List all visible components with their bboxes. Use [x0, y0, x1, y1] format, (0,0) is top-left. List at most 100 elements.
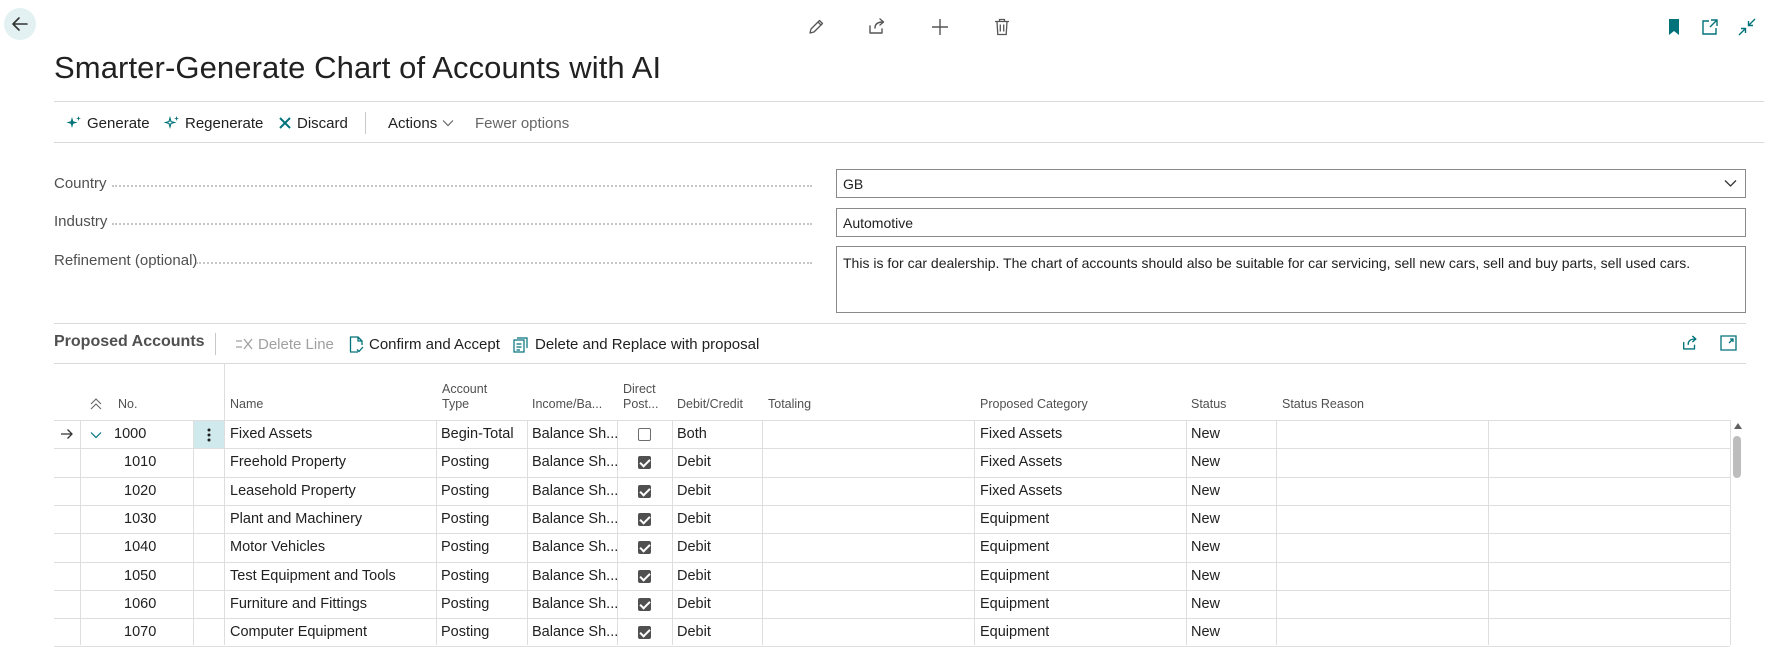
cell-account-type[interactable]: Posting: [441, 618, 489, 646]
open-new-window-button[interactable]: [1700, 17, 1720, 37]
share-list-button[interactable]: [1680, 333, 1700, 353]
column-header-debit-credit[interactable]: Debit/Credit: [677, 397, 743, 412]
cell-no[interactable]: 1010: [124, 448, 156, 476]
cell-account-type[interactable]: Posting: [441, 562, 489, 590]
back-button[interactable]: [4, 8, 36, 40]
refinement-textarea[interactable]: This is for car dealership. The chart of…: [836, 246, 1746, 313]
cell-income-balance[interactable]: Balance Sh...: [532, 420, 618, 448]
cell-debit-credit[interactable]: Debit: [677, 477, 711, 505]
confirm-accept-button[interactable]: Confirm and Accept: [349, 333, 500, 355]
direct-posting-checkbox[interactable]: [638, 541, 651, 555]
discard-button[interactable]: Discard: [278, 102, 348, 144]
direct-posting-checkbox[interactable]: [638, 626, 651, 640]
cell-proposed-category[interactable]: Equipment: [980, 590, 1049, 618]
cell-account-type[interactable]: Posting: [441, 505, 489, 533]
cell-income-balance[interactable]: Balance Sh...: [532, 618, 618, 646]
actions-menu-button[interactable]: Actions: [388, 102, 454, 144]
collapse-all-icon[interactable]: [90, 398, 102, 410]
column-header-status-reason[interactable]: Status Reason: [1282, 397, 1364, 412]
cell-income-balance[interactable]: Balance Sh...: [532, 477, 618, 505]
column-header-proposed-category[interactable]: Proposed Category: [980, 397, 1088, 412]
cell-no[interactable]: 1030: [124, 505, 156, 533]
country-select[interactable]: GB: [836, 169, 1746, 198]
cell-name[interactable]: Plant and Machinery: [230, 505, 362, 533]
delete-button[interactable]: [992, 17, 1012, 37]
direct-posting-checkbox[interactable]: [638, 597, 651, 611]
scroll-up-arrow[interactable]: [1733, 422, 1743, 430]
cell-name[interactable]: Fixed Assets: [230, 420, 312, 448]
direct-posting-checkbox[interactable]: [638, 428, 651, 441]
cell-debit-credit[interactable]: Debit: [677, 562, 711, 590]
cell-no[interactable]: 1060: [124, 590, 156, 618]
edit-button[interactable]: [806, 17, 826, 37]
cell-debit-credit[interactable]: Both: [677, 420, 707, 448]
cell-debit-credit[interactable]: Debit: [677, 533, 711, 561]
cell-income-balance[interactable]: Balance Sh...: [532, 448, 618, 476]
cell-name[interactable]: Computer Equipment: [230, 618, 367, 646]
cell-status[interactable]: New: [1191, 505, 1220, 533]
cell-name[interactable]: Freehold Property: [230, 448, 346, 476]
cell-name[interactable]: Furniture and Fittings: [230, 590, 367, 618]
cell-proposed-category[interactable]: Equipment: [980, 562, 1049, 590]
column-header-name[interactable]: Name: [230, 397, 263, 412]
cell-name[interactable]: Motor Vehicles: [230, 533, 325, 561]
cell-debit-credit[interactable]: Debit: [677, 590, 711, 618]
cell-account-type[interactable]: Posting: [441, 533, 489, 561]
cell-status[interactable]: New: [1191, 420, 1220, 448]
direct-posting-checkbox[interactable]: [638, 512, 651, 526]
delete-replace-button[interactable]: Delete and Replace with proposal: [513, 333, 759, 355]
cell-proposed-category[interactable]: Fixed Assets: [980, 420, 1062, 448]
expand-chevron-icon[interactable]: [90, 431, 102, 439]
column-header-totaling[interactable]: Totaling: [768, 397, 811, 412]
cell-no[interactable]: 1000: [114, 420, 146, 448]
cell-income-balance[interactable]: Balance Sh...: [532, 505, 618, 533]
cell-no[interactable]: 1040: [124, 533, 156, 561]
cell-debit-credit[interactable]: Debit: [677, 505, 711, 533]
cell-name[interactable]: Leasehold Property: [230, 477, 356, 505]
delete-line-button[interactable]: Delete Line: [235, 333, 334, 355]
column-header-direct-posting[interactable]: Direct Post...: [623, 382, 658, 412]
cell-proposed-category[interactable]: Fixed Assets: [980, 477, 1062, 505]
expand-list-button[interactable]: [1718, 333, 1738, 353]
industry-field[interactable]: Automotive: [836, 208, 1746, 237]
vertical-scrollbar-thumb[interactable]: [1733, 436, 1741, 478]
fewer-options-button[interactable]: Fewer options: [475, 102, 569, 144]
regenerate-button[interactable]: Regenerate: [164, 102, 263, 144]
collapse-button[interactable]: [1737, 17, 1757, 37]
cell-no[interactable]: 1020: [124, 477, 156, 505]
cell-status[interactable]: New: [1191, 562, 1220, 590]
cell-income-balance[interactable]: Balance Sh...: [532, 590, 618, 618]
column-header-account-type[interactable]: Account Type: [442, 382, 487, 412]
cell-no[interactable]: 1070: [124, 618, 156, 646]
cell-status[interactable]: New: [1191, 533, 1220, 561]
cell-name[interactable]: Test Equipment and Tools: [230, 562, 396, 590]
column-header-status[interactable]: Status: [1191, 397, 1226, 412]
cell-proposed-category[interactable]: Fixed Assets: [980, 448, 1062, 476]
cell-account-type[interactable]: Posting: [441, 448, 489, 476]
generate-button[interactable]: Generate: [66, 102, 150, 144]
direct-posting-checkbox[interactable]: [638, 456, 651, 470]
cell-proposed-category[interactable]: Equipment: [980, 533, 1049, 561]
row-actions-button[interactable]: [194, 421, 224, 449]
new-button[interactable]: [930, 17, 950, 37]
cell-income-balance[interactable]: Balance Sh...: [532, 533, 618, 561]
cell-account-type[interactable]: Begin-Total: [441, 420, 514, 448]
share-button[interactable]: [867, 17, 887, 37]
direct-posting-checkbox[interactable]: [638, 484, 651, 498]
column-header-income-balance[interactable]: Income/Ba...: [532, 397, 602, 412]
cell-account-type[interactable]: Posting: [441, 477, 489, 505]
cell-income-balance[interactable]: Balance Sh...: [532, 562, 618, 590]
cell-account-type[interactable]: Posting: [441, 590, 489, 618]
cell-proposed-category[interactable]: Equipment: [980, 505, 1049, 533]
cell-status[interactable]: New: [1191, 448, 1220, 476]
direct-posting-checkbox[interactable]: [638, 569, 651, 583]
cell-debit-credit[interactable]: Debit: [677, 618, 711, 646]
cell-proposed-category[interactable]: Equipment: [980, 618, 1049, 646]
cell-status[interactable]: New: [1191, 618, 1220, 646]
cell-debit-credit[interactable]: Debit: [677, 448, 711, 476]
bookmark-button[interactable]: [1664, 17, 1684, 37]
cell-status[interactable]: New: [1191, 590, 1220, 618]
column-header-no[interactable]: No.: [118, 397, 137, 412]
cell-status[interactable]: New: [1191, 477, 1220, 505]
cell-no[interactable]: 1050: [124, 562, 156, 590]
